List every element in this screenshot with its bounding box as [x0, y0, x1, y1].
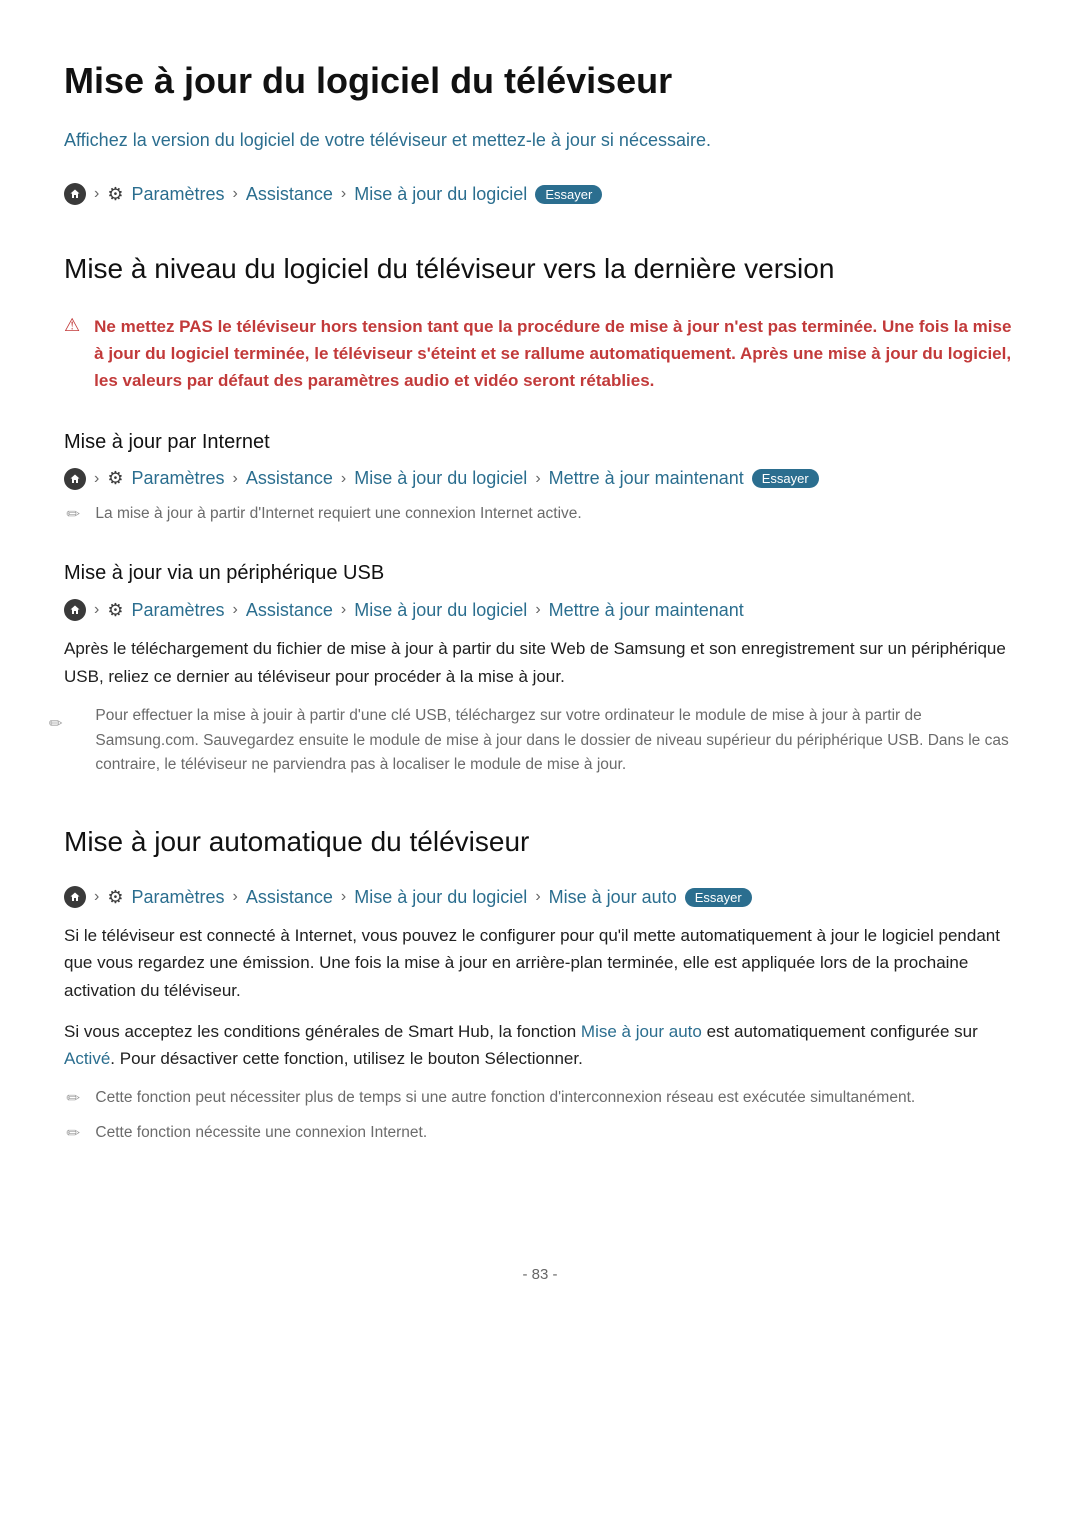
- home-icon: [64, 599, 86, 621]
- chevron-right-icon: ›: [233, 185, 238, 203]
- breadcrumb: › ⚙ Paramètres › Assistance › Mise à jou…: [64, 468, 1016, 490]
- breadcrumb-assistance[interactable]: Assistance: [246, 600, 333, 621]
- home-icon: [64, 183, 86, 205]
- inline-link-active[interactable]: Activé: [64, 1049, 110, 1068]
- auto-paragraph-2: Si vous acceptez les conditions générale…: [64, 1018, 1016, 1072]
- chevron-right-icon: ›: [535, 888, 540, 906]
- chevron-right-icon: ›: [94, 185, 99, 203]
- note-block: ✎ Cette fonction peut nécessiter plus de…: [64, 1086, 1016, 1111]
- breadcrumb-mettre-a-jour[interactable]: Mettre à jour maintenant: [549, 600, 744, 621]
- gear-icon: ⚙: [107, 600, 123, 621]
- gear-icon: ⚙: [107, 468, 123, 489]
- chevron-right-icon: ›: [233, 470, 238, 488]
- note-block: ✎ Pour effectuer la mise à jouir à parti…: [64, 704, 1016, 778]
- subheading-internet: Mise à jour par Internet: [64, 431, 1016, 454]
- chevron-right-icon: ›: [94, 888, 99, 906]
- note-text: Cette fonction peut nécessiter plus de t…: [95, 1086, 915, 1111]
- pencil-icon: ✎: [62, 1087, 88, 1113]
- chevron-right-icon: ›: [341, 470, 346, 488]
- breadcrumb: › ⚙ Paramètres › Assistance › Mise à jou…: [64, 886, 1016, 908]
- note-block: ✎ Cette fonction nécessite une connexion…: [64, 1121, 1016, 1146]
- auto-p2-text-b: est automatiquement configurée sur: [702, 1022, 978, 1041]
- chevron-right-icon: ›: [94, 601, 99, 619]
- gear-icon: ⚙: [107, 184, 123, 205]
- home-icon: [64, 468, 86, 490]
- chevron-right-icon: ›: [94, 470, 99, 488]
- try-badge[interactable]: Essayer: [752, 469, 819, 488]
- document-page: Mise à jour du logiciel du téléviseur Af…: [0, 0, 1080, 1323]
- gear-icon: ⚙: [107, 887, 123, 908]
- section-heading-auto: Mise à jour automatique du téléviseur: [64, 826, 1016, 858]
- auto-p2-text-c: . Pour désactiver cette fonction, utilis…: [110, 1049, 583, 1068]
- auto-p2-text-a: Si vous acceptez les conditions générale…: [64, 1022, 581, 1041]
- pencil-icon: ✎: [62, 502, 88, 528]
- breadcrumb-assistance[interactable]: Assistance: [246, 468, 333, 489]
- breadcrumb-parametres[interactable]: Paramètres: [131, 184, 224, 205]
- breadcrumb-assistance[interactable]: Assistance: [246, 887, 333, 908]
- breadcrumb-maj-logiciel[interactable]: Mise à jour du logiciel: [354, 184, 527, 205]
- page-title: Mise à jour du logiciel du téléviseur: [64, 60, 1016, 102]
- breadcrumb-parametres[interactable]: Paramètres: [131, 468, 224, 489]
- chevron-right-icon: ›: [341, 888, 346, 906]
- breadcrumb-maj-logiciel[interactable]: Mise à jour du logiciel: [354, 468, 527, 489]
- note-text: La mise à jour à partir d'Internet requi…: [95, 502, 581, 527]
- note-text: Pour effectuer la mise à jouir à partir …: [95, 704, 1016, 778]
- warning-block: ⚠ Ne mettez PAS le téléviseur hors tensi…: [64, 313, 1016, 395]
- subheading-usb: Mise à jour via un périphérique USB: [64, 562, 1016, 585]
- breadcrumb-assistance[interactable]: Assistance: [246, 184, 333, 205]
- chevron-right-icon: ›: [535, 470, 540, 488]
- breadcrumb: › ⚙ Paramètres › Assistance › Mise à jou…: [64, 599, 1016, 621]
- chevron-right-icon: ›: [233, 888, 238, 906]
- pencil-icon: ✎: [62, 1121, 88, 1147]
- section-heading-upgrade: Mise à niveau du logiciel du téléviseur …: [64, 253, 1016, 285]
- chevron-right-icon: ›: [341, 185, 346, 203]
- breadcrumb-maj-logiciel[interactable]: Mise à jour du logiciel: [354, 600, 527, 621]
- inline-link-maj-auto[interactable]: Mise à jour auto: [581, 1022, 702, 1041]
- breadcrumb-parametres[interactable]: Paramètres: [131, 600, 224, 621]
- breadcrumb-maj-logiciel[interactable]: Mise à jour du logiciel: [354, 887, 527, 908]
- breadcrumb-maj-auto[interactable]: Mise à jour auto: [549, 887, 677, 908]
- try-badge[interactable]: Essayer: [535, 185, 602, 204]
- breadcrumb: › ⚙ Paramètres › Assistance › Mise à jou…: [64, 183, 1016, 205]
- note-block: ✎ La mise à jour à partir d'Internet req…: [64, 502, 1016, 527]
- home-icon: [64, 886, 86, 908]
- auto-paragraph-1: Si le téléviseur est connecté à Internet…: [64, 922, 1016, 1004]
- warning-icon: ⚠: [64, 315, 80, 395]
- note-text: Cette fonction nécessite une connexion I…: [95, 1121, 427, 1146]
- breadcrumb-mettre-a-jour[interactable]: Mettre à jour maintenant: [549, 468, 744, 489]
- chevron-right-icon: ›: [341, 601, 346, 619]
- try-badge[interactable]: Essayer: [685, 888, 752, 907]
- page-number: - 83 -: [64, 1266, 1016, 1283]
- usb-body-text: Après le téléchargement du fichier de mi…: [64, 635, 1016, 689]
- breadcrumb-parametres[interactable]: Paramètres: [131, 887, 224, 908]
- warning-text: Ne mettez PAS le téléviseur hors tension…: [94, 313, 1016, 395]
- intro-text: Affichez la version du logiciel de votre…: [64, 130, 1016, 151]
- chevron-right-icon: ›: [535, 601, 540, 619]
- chevron-right-icon: ›: [233, 601, 238, 619]
